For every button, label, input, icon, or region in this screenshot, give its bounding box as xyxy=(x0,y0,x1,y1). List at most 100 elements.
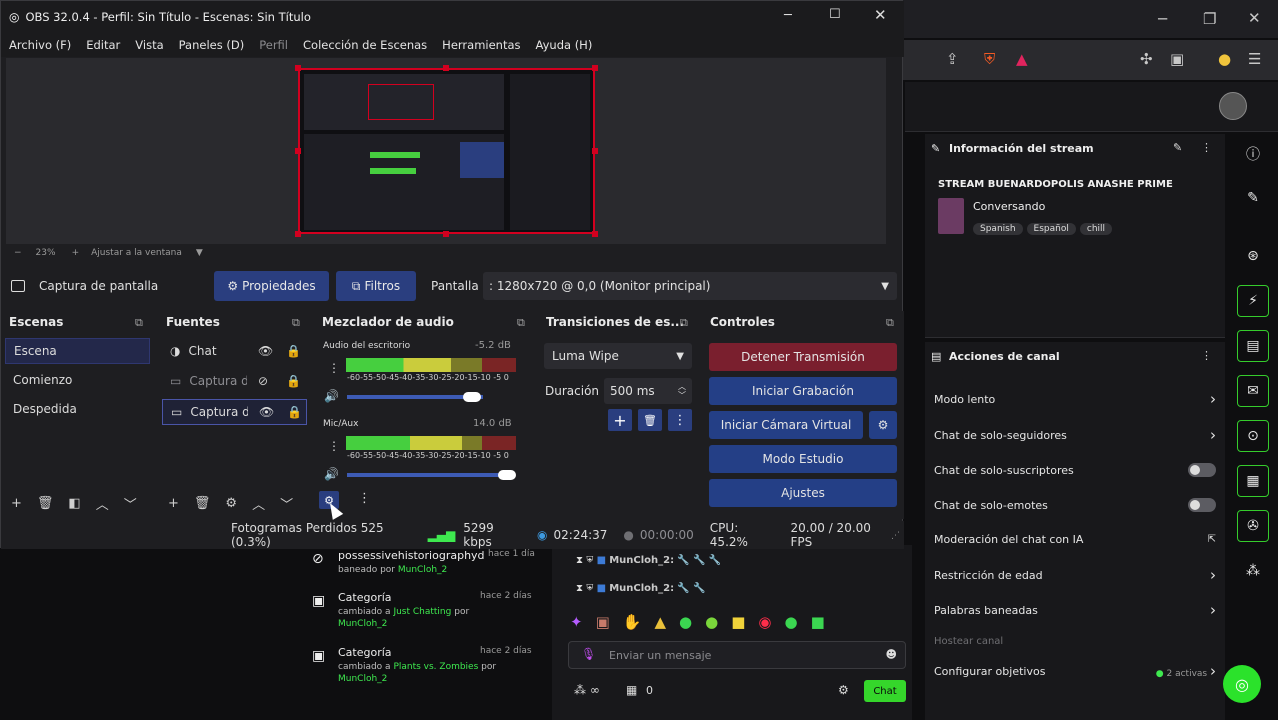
scene-item[interactable]: Comienzo xyxy=(5,367,150,393)
volume-slider-handle[interactable] xyxy=(463,392,481,402)
chat-send-button[interactable]: Chat xyxy=(864,680,906,702)
chat-settings-icon[interactable]: ⚙ xyxy=(838,683,849,697)
slow-mode-row[interactable]: Modo lento › xyxy=(934,382,1216,416)
menu-scene-collection[interactable]: Colección de Escenas xyxy=(303,38,427,52)
close-icon[interactable]: ✕ xyxy=(874,6,887,24)
add-icon[interactable]: + xyxy=(11,496,22,511)
brave-rewards-icon[interactable]: ▲ xyxy=(1016,50,1028,68)
settings-button[interactable]: Ajustes xyxy=(709,479,897,507)
minimize-icon[interactable]: ─ xyxy=(1158,10,1167,28)
resize-handle[interactable] xyxy=(295,65,301,71)
layout-icon[interactable]: ▦ xyxy=(1237,465,1269,497)
resize-handle[interactable] xyxy=(592,231,598,237)
source-item[interactable]: ◑ Chat 👁 🔒 xyxy=(162,338,307,364)
tag[interactable]: Español xyxy=(1026,223,1076,235)
cheer-icon[interactable]: ⁂ ∞ xyxy=(574,683,600,697)
more-icon[interactable]: ⋮ xyxy=(1201,141,1212,154)
transition-more-button[interactable]: ⋮ xyxy=(668,409,692,431)
menu-profile[interactable]: Perfil xyxy=(259,38,288,52)
restore-icon[interactable]: ❐ xyxy=(1203,10,1216,28)
speaker-icon[interactable]: 🔊 xyxy=(324,467,339,481)
menu-help[interactable]: Ayuda (H) xyxy=(536,38,593,52)
resize-handle[interactable] xyxy=(592,65,598,71)
undock-icon[interactable]: ⧉ xyxy=(135,316,143,330)
scene-item[interactable]: Escena xyxy=(5,338,150,364)
wrench-icon[interactable]: ✇ xyxy=(1237,510,1269,542)
source-item[interactable]: ▭ Captura de ⊘ 🔒 xyxy=(162,368,307,394)
subs-only-toggle[interactable] xyxy=(1188,463,1216,477)
activity-user[interactable]: MunCloh_2 xyxy=(338,619,387,629)
chat-input[interactable]: 🎙 Enviar un mensaje ☻ xyxy=(568,641,906,669)
emote-icon[interactable]: ✋ xyxy=(623,613,655,631)
activity-user[interactable]: MunCloh_2 xyxy=(398,565,447,575)
zoom-out-button[interactable]: − xyxy=(14,248,22,258)
eye-icon[interactable]: 👁 xyxy=(259,405,274,419)
goals-row[interactable]: Configurar objetivos ● 2 activas › xyxy=(934,654,1216,688)
resize-handle[interactable] xyxy=(295,148,301,154)
menu-file[interactable]: Archivo (F) xyxy=(9,38,71,52)
more-icon[interactable]: ⋮ xyxy=(1201,349,1212,362)
gear-icon[interactable]: ⚙ xyxy=(225,496,237,511)
maximize-icon[interactable]: ☐ xyxy=(829,7,841,22)
chat-username[interactable]: MunCloh_2: xyxy=(609,583,674,594)
zoom-dropdown-icon[interactable]: ▼ xyxy=(196,248,203,258)
remove-transition-button[interactable]: 🗑 xyxy=(638,409,662,431)
undock-icon[interactable]: ⧉ xyxy=(517,316,525,330)
trash-icon[interactable]: 🗑 xyxy=(194,496,211,511)
ai-moderation-row[interactable]: Moderación del chat con IA ⇱ xyxy=(934,522,1216,556)
avatar[interactable] xyxy=(1219,92,1247,120)
zoom-fit[interactable]: Ajustar a la ventana xyxy=(91,248,182,258)
undock-icon[interactable]: ⧉ xyxy=(886,316,894,330)
zoom-in-button[interactable]: + xyxy=(72,248,80,258)
emote-icon[interactable]: ✦ xyxy=(570,613,596,631)
eye-icon[interactable]: 👁 xyxy=(258,344,273,358)
duration-input[interactable]: 500 ms ︿ ﹀ xyxy=(604,378,692,404)
add-transition-button[interactable]: + xyxy=(608,409,632,431)
menu-docks[interactable]: Paneles (D) xyxy=(179,38,245,52)
emote-bar[interactable]: ✦▣✋▲●●■◉●■ xyxy=(570,613,838,631)
eye-hidden-icon[interactable]: ⊘ xyxy=(258,374,268,388)
chat-message[interactable]: ⧗ ⛨ ■ MunCloh_2: 🔧 🔧 🔧 xyxy=(576,555,721,566)
scene-item[interactable]: Despedida xyxy=(5,396,150,422)
resize-handle[interactable] xyxy=(592,148,598,154)
resize-grip-icon[interactable]: ⋰ xyxy=(891,531,900,541)
chat-message[interactable]: ⧗ ⛨ ■ MunCloh_2: 🔧 🔧 xyxy=(576,583,705,594)
emote-icon[interactable]: ▣ xyxy=(596,613,623,631)
filter-icon[interactable]: ◧ xyxy=(68,496,80,511)
extensions-icon[interactable]: ✣ xyxy=(1140,50,1153,68)
brave-shield-icon[interactable]: ⛨ xyxy=(984,50,995,68)
more-icon[interactable]: ⋮ xyxy=(328,361,340,375)
extensions-icon[interactable]: ⁂ xyxy=(1237,555,1269,587)
transition-select[interactable]: Luma Wipe ▼ xyxy=(544,343,692,369)
tag[interactable]: chill xyxy=(1079,223,1113,235)
stop-stream-button[interactable]: Detener Transmisión xyxy=(709,343,897,371)
category-thumbnail[interactable] xyxy=(938,198,964,234)
emote-icon[interactable]: ● xyxy=(784,613,810,631)
points-icon[interactable]: ▦ xyxy=(626,683,637,697)
emote-icon[interactable]: ● xyxy=(705,613,731,631)
volume-slider-handle[interactable] xyxy=(498,470,516,480)
resize-handle[interactable] xyxy=(295,231,301,237)
emote-icon[interactable]: ▲ xyxy=(654,613,679,631)
emotes-only-toggle[interactable] xyxy=(1188,498,1216,512)
more-icon[interactable]: ⋮ xyxy=(328,439,340,453)
notes-icon[interactable]: ▤ xyxy=(1237,330,1269,362)
properties-button[interactable]: ⚙ Propiedades xyxy=(214,271,329,301)
virtual-camera-settings-icon[interactable]: ⚙ xyxy=(869,411,897,439)
age-restriction-row[interactable]: Restricción de edad › xyxy=(934,558,1216,592)
activity-user[interactable]: MunCloh_2 xyxy=(338,674,387,684)
filters-button[interactable]: ⧉ Filtros xyxy=(336,271,416,301)
lightning-icon[interactable]: ⚡ xyxy=(1237,285,1269,317)
speaker-icon[interactable]: 🔊 xyxy=(324,389,339,403)
target-icon[interactable]: ⊛ xyxy=(1237,240,1269,272)
mod-view-icon[interactable]: ⊙ xyxy=(1237,420,1269,452)
start-recording-button[interactable]: Iniciar Grabación xyxy=(709,377,897,405)
reader-icon[interactable]: ▣ xyxy=(1170,50,1184,68)
arrow-up-icon[interactable]: ︿ xyxy=(96,494,109,513)
undock-icon[interactable]: ⧉ xyxy=(292,316,300,330)
help-chat-icon[interactable]: ◎ xyxy=(1223,665,1261,703)
more-icon[interactable]: ⋮ xyxy=(358,491,371,506)
close-icon[interactable]: ✕ xyxy=(1248,9,1261,27)
lock-icon[interactable]: 🔒 xyxy=(287,405,302,419)
menu-tools[interactable]: Herramientas xyxy=(442,38,520,52)
